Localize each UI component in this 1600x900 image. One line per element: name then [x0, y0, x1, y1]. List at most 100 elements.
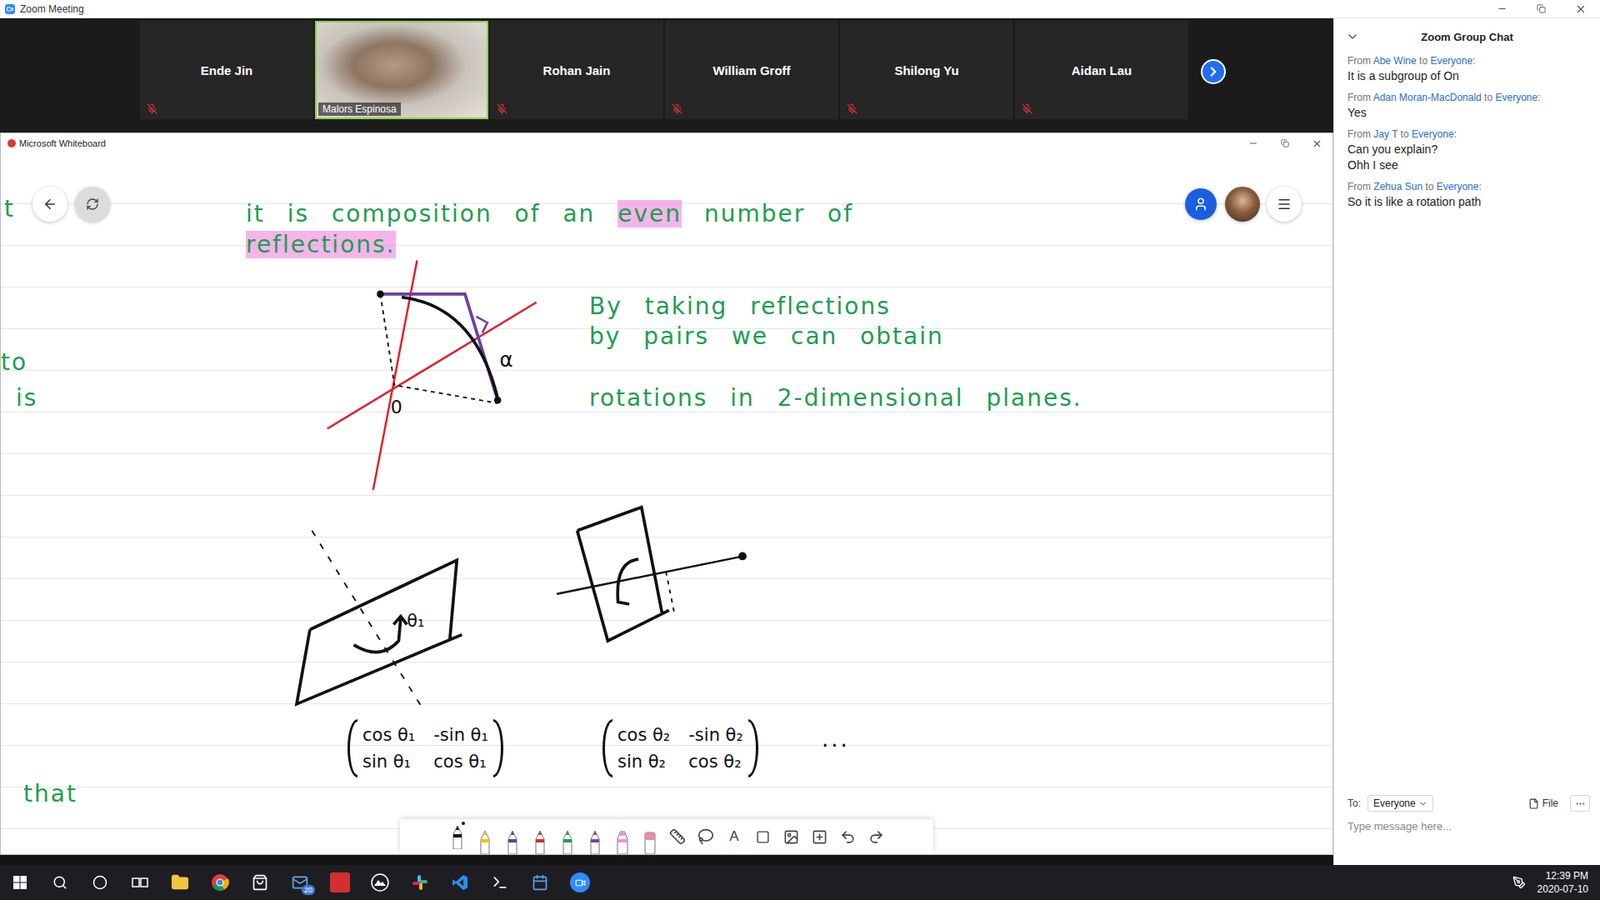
pen-tool[interactable]: [553, 819, 581, 855]
acrobat-button[interactable]: [320, 865, 360, 900]
handwritten-note: rotations in 2-dimensional planes.: [589, 384, 1083, 413]
composer-toolbar: To:EveryoneFile: [1334, 795, 1600, 812]
muted-mic-icon: [1021, 103, 1033, 115]
matrix-bracket: [347, 719, 358, 778]
sender-name: Zehua Sun: [1373, 180, 1423, 193]
slack-button[interactable]: [400, 865, 440, 900]
participant-tile[interactable]: Shilong Yu: [840, 20, 1014, 120]
calendar-icon: [531, 874, 549, 891]
restore-button[interactable]: [1521, 0, 1561, 18]
pen-tool[interactable]: [470, 819, 499, 855]
vscode-icon: [451, 874, 469, 891]
task-view-icon: [131, 875, 149, 890]
text-tool[interactable]: A: [720, 819, 749, 855]
more-icon: [1575, 798, 1586, 810]
image-tool[interactable]: [776, 819, 805, 855]
matrix-cell: cos θ₁: [433, 749, 489, 775]
zoom-logo-icon: [5, 4, 15, 15]
redo-button[interactable]: [861, 819, 890, 855]
rotation-angle-label: θ₁: [406, 610, 425, 631]
pen-tool[interactable]: [608, 819, 636, 855]
participant-tile[interactable]: Malors Espinosa: [315, 20, 489, 120]
camera-icon: [575, 877, 586, 889]
collapse-chevron-icon: [1345, 30, 1360, 44]
more-button[interactable]: [1570, 795, 1590, 812]
restore-button[interactable]: [1269, 133, 1301, 154]
zoom-screen: Zoom Meeting Ende JinMalors EspinosaRohan…: [0, 0, 1600, 900]
zoom-button[interactable]: [560, 865, 600, 900]
cortana-button[interactable]: [80, 865, 120, 900]
pen-icon: [533, 829, 547, 855]
participant-tile[interactable]: Ende Jin: [140, 20, 314, 120]
recipient-name: Everyone:: [1430, 55, 1475, 67]
window-controls: [1482, 0, 1600, 18]
arrow-left-icon: [42, 196, 58, 212]
pen-tool[interactable]: [635, 819, 664, 855]
participant-tile[interactable]: William Groff: [665, 20, 839, 120]
pen-icon: [560, 829, 575, 855]
undo-button[interactable]: [833, 819, 862, 855]
invite-button[interactable]: [1185, 188, 1217, 220]
pen-tool[interactable]: [580, 819, 609, 855]
terminal-button[interactable]: [480, 865, 520, 900]
participant-name: William Groff: [712, 63, 790, 78]
whiteboard-canvas[interactable]: α0θ₁tit is composition of an even number…: [0, 153, 1333, 855]
lasso-icon: [697, 828, 715, 845]
clock-time: 12:39 PM: [1545, 869, 1589, 883]
window-title: Zoom Meeting: [20, 3, 85, 15]
recipient-name: Everyone:: [1436, 180, 1482, 193]
vscode-button[interactable]: [440, 865, 480, 900]
ruler-tool[interactable]: [663, 819, 692, 855]
chrome-button[interactable]: [200, 865, 240, 900]
account-avatar[interactable]: [1225, 186, 1260, 222]
note-text: it is composition of an: [245, 200, 595, 228]
note-text: number of: [704, 200, 854, 228]
lasso-tool[interactable]: [691, 819, 720, 855]
sender-name: Jay T: [1373, 128, 1398, 140]
search-button[interactable]: [40, 865, 80, 900]
chat-panel: Zoom Group ChatFrom Abe Wine to Everyone…: [1333, 18, 1600, 865]
angle-label: α: [500, 347, 514, 372]
app-button[interactable]: [360, 865, 400, 900]
pen-tool[interactable]: [498, 819, 526, 855]
image-icon: [783, 829, 800, 845]
settings-menu-button[interactable]: [1266, 186, 1302, 222]
message-header: From Zehua Sun to Everyone:: [1347, 180, 1587, 193]
whiteboard-window-controls: [1237, 133, 1333, 154]
task-view-button[interactable]: [120, 865, 160, 900]
start-button[interactable]: [0, 865, 40, 900]
file-label: File: [1542, 797, 1559, 810]
store-button[interactable]: [240, 865, 280, 900]
handwritten-note: to: [0, 348, 28, 377]
note-text: by pairs we can obtain: [589, 322, 945, 350]
mail-button[interactable]: 20: [280, 865, 320, 900]
user-icon: [1193, 196, 1209, 212]
handwritten-note: t: [4, 195, 15, 224]
insert-tool[interactable]: [805, 819, 834, 855]
calendar-button[interactable]: [520, 865, 560, 900]
file-button[interactable]: File: [1523, 795, 1564, 811]
system-tray: 12:39 PM2020-07-10: [1512, 869, 1600, 896]
note-text: rotations in 2-dimensional planes.: [589, 384, 1083, 412]
participant-name: Shilong Yu: [894, 63, 959, 78]
back-button[interactable]: [32, 186, 68, 222]
shape-tool[interactable]: [748, 819, 777, 855]
message-input[interactable]: [1334, 816, 1600, 860]
minimize-button[interactable]: [1482, 0, 1522, 18]
note-text: By taking reflections: [589, 292, 891, 320]
close-button[interactable]: [1560, 0, 1600, 18]
rotation-matrix: cos θ₂-sin θ₂sin θ₂cos θ₂: [602, 719, 759, 778]
close-icon: [1575, 3, 1587, 15]
note-text: t: [4, 195, 15, 223]
pen-tool[interactable]: [443, 819, 471, 855]
sync-button[interactable]: [75, 186, 110, 222]
recipient-dropdown[interactable]: Everyone: [1367, 795, 1434, 812]
pen-tool[interactable]: [525, 819, 554, 855]
minimize-button[interactable]: [1237, 133, 1270, 154]
next-page-button[interactable]: [1200, 59, 1226, 85]
participant-tile[interactable]: Aidan Lau: [1015, 20, 1189, 120]
file-explorer-button[interactable]: [160, 865, 200, 900]
participant-tile[interactable]: Rohan Jain: [490, 20, 664, 120]
mail-badge: 20: [301, 885, 315, 895]
close-button[interactable]: [1300, 133, 1333, 154]
